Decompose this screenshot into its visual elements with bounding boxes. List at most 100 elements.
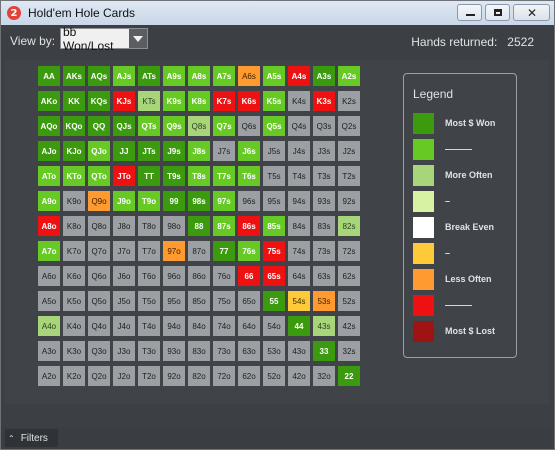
hand-cell[interactable]: A8o [38,216,60,236]
hand-cell[interactable]: T8o [138,216,160,236]
hand-cell[interactable]: K5o [63,291,85,311]
hand-cell[interactable]: J7s [213,141,235,161]
hand-cell[interactable]: T9o [138,191,160,211]
hand-cell[interactable]: Q7s [213,116,235,136]
hand-cell[interactable]: 75o [213,291,235,311]
minimize-button[interactable] [457,4,482,21]
hand-cell[interactable]: JTs [138,141,160,161]
hand-cell[interactable]: T2o [138,366,160,386]
hand-cell[interactable]: ATs [138,66,160,86]
hand-cell[interactable]: K7o [63,241,85,261]
hand-cell[interactable]: 62o [238,366,260,386]
hand-cell[interactable]: 83s [313,216,335,236]
hand-cell[interactable]: 44 [288,316,310,336]
hand-cell[interactable]: QQ [88,116,110,136]
hand-cell[interactable]: Q8o [88,216,110,236]
hand-cell[interactable]: 54s [288,291,310,311]
hand-cell[interactable]: TT [138,166,160,186]
hand-cell[interactable]: 86s [238,216,260,236]
hand-cell[interactable]: Q6s [238,116,260,136]
hand-cell[interactable]: T9s [163,166,185,186]
hand-cell[interactable]: AKs [63,66,85,86]
hand-cell[interactable]: K2o [63,366,85,386]
hand-cell[interactable]: 72o [213,366,235,386]
hand-cell[interactable]: 96s [238,191,260,211]
hand-cell[interactable]: 73o [213,341,235,361]
hand-cell[interactable]: 98o [163,216,185,236]
hand-cell[interactable]: A9o [38,191,60,211]
hand-cell[interactable]: 53s [313,291,335,311]
hand-cell[interactable]: 85s [263,216,285,236]
hand-cell[interactable]: 92o [163,366,185,386]
close-button[interactable]: ✕ [513,4,550,21]
hand-cell[interactable]: T5s [263,166,285,186]
hand-cell[interactable]: 96o [163,266,185,286]
hand-cell[interactable]: 42o [288,366,310,386]
hand-cell[interactable]: A8s [188,66,210,86]
hand-cell[interactable]: A4o [38,316,60,336]
hand-cell[interactable]: A7s [213,66,235,86]
hand-cell[interactable]: Q2o [88,366,110,386]
hand-cell[interactable]: 33 [313,341,335,361]
hand-cell[interactable]: T6s [238,166,260,186]
hand-cell[interactable]: AJs [113,66,135,86]
hand-cell[interactable]: J9s [163,141,185,161]
hand-cell[interactable]: Q5o [88,291,110,311]
hand-cell[interactable]: 87s [213,216,235,236]
hand-cell[interactable]: 83o [188,341,210,361]
hand-cell[interactable]: 74s [288,241,310,261]
hand-cell[interactable]: A2o [38,366,60,386]
hand-cell[interactable]: K4o [63,316,85,336]
hand-cell[interactable]: T8s [188,166,210,186]
hand-cell[interactable]: J5s [263,141,285,161]
hand-cell[interactable]: J8o [113,216,135,236]
hand-cell[interactable]: K3o [63,341,85,361]
hand-cell[interactable]: AQs [88,66,110,86]
hand-cell[interactable]: 84o [188,316,210,336]
filters-button[interactable]: ⌃ Filters [5,429,58,447]
hand-cell[interactable]: JJ [113,141,135,161]
hand-cell[interactable]: T7s [213,166,235,186]
chevron-down-icon[interactable] [129,29,147,48]
hand-cell[interactable]: 76o [213,266,235,286]
hand-cell[interactable]: KQo [63,116,85,136]
hand-cell[interactable]: KK [63,91,85,111]
hand-cell[interactable]: 42s [338,316,360,336]
hand-cell[interactable]: T3s [313,166,335,186]
hand-cell[interactable]: A3s [313,66,335,86]
hand-cell[interactable]: 88 [188,216,210,236]
hand-cell[interactable]: A5s [263,66,285,86]
hand-cell[interactable]: QJo [88,141,110,161]
hand-cell[interactable]: K9s [163,91,185,111]
hand-cell[interactable]: J2o [113,366,135,386]
hand-cell[interactable]: T2s [338,166,360,186]
hand-cell[interactable]: J2s [338,141,360,161]
hand-cell[interactable]: 54o [263,316,285,336]
hand-cell[interactable]: 74o [213,316,235,336]
hand-cell[interactable]: 66 [238,266,260,286]
hand-cell[interactable]: Q4o [88,316,110,336]
hand-cell[interactable]: Q9s [163,116,185,136]
hand-cell[interactable]: Q5s [263,116,285,136]
hand-cell[interactable]: 98s [188,191,210,211]
hand-cell[interactable]: QTo [88,166,110,186]
hand-cell[interactable]: K6o [63,266,85,286]
hand-cell[interactable]: KJo [63,141,85,161]
hand-cell[interactable]: J3o [113,341,135,361]
hand-cell[interactable]: K8o [63,216,85,236]
hand-cell[interactable]: AQo [38,116,60,136]
hand-cell[interactable]: A4s [288,66,310,86]
hand-cell[interactable]: Q2s [338,116,360,136]
hand-cell[interactable]: Q3s [313,116,335,136]
hand-cell[interactable]: Q6o [88,266,110,286]
hand-cell[interactable]: K9o [63,191,85,211]
hand-cell[interactable]: 95s [263,191,285,211]
hand-cell[interactable]: 62s [338,266,360,286]
hand-cell[interactable]: A2s [338,66,360,86]
hand-cell[interactable]: 52s [338,291,360,311]
hand-cell[interactable]: T7o [138,241,160,261]
hand-cell[interactable]: 93o [163,341,185,361]
hand-cell[interactable]: T3o [138,341,160,361]
hand-cell[interactable]: A7o [38,241,60,261]
hand-cell[interactable]: Q7o [88,241,110,261]
